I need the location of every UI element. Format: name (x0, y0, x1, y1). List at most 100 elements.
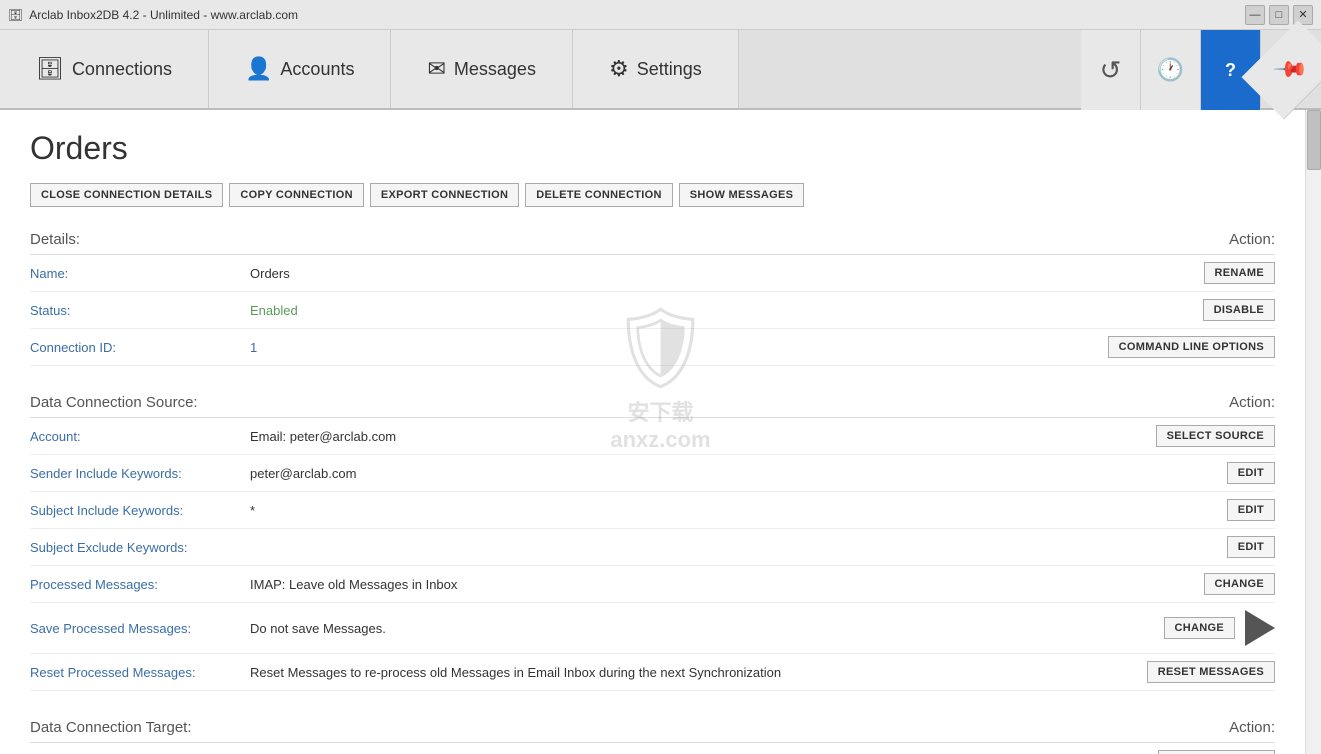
target-connect-row: Target Connect String: DRIVER={Microsoft… (30, 743, 1275, 754)
export-connection-btn[interactable]: EXPORT CONNECTION (370, 183, 519, 207)
nav-connections[interactable]: 🗄 Connections (0, 30, 209, 108)
app-icon: 🗄 (8, 8, 23, 22)
data-source-title: Data Connection Source: (30, 394, 198, 411)
main-content: 🛡 安下载anxz.com Orders CLOSE CONNECTION DE… (0, 110, 1305, 754)
copy-connection-btn[interactable]: COPY CONNECTION (229, 183, 363, 207)
name-action: RENAME (1095, 262, 1275, 284)
save-processed-value: Do not save Messages. (250, 621, 1095, 636)
nav-messages-label: Messages (454, 59, 536, 80)
nav-actions: ↺ 🕐 ? 📌 (1081, 30, 1321, 108)
processed-messages-value: IMAP: Leave old Messages in Inbox (250, 577, 1095, 592)
content-wrapper: 🛡 安下载anxz.com Orders CLOSE CONNECTION DE… (0, 110, 1321, 754)
data-source-section: Data Connection Source: Action: Account:… (30, 394, 1275, 691)
data-target-header: Data Connection Target: Action: (30, 719, 1275, 743)
sender-include-action: EDIT (1095, 462, 1275, 484)
settings-icon: ⚙ (609, 56, 629, 82)
name-label: Name: (30, 266, 250, 281)
reset-messages-btn[interactable]: RESET MESSAGES (1147, 661, 1275, 683)
data-target-title: Data Connection Target: (30, 719, 192, 736)
reset-processed-row: Reset Processed Messages: Reset Messages… (30, 654, 1275, 691)
show-messages-btn[interactable]: SHOW MESSAGES (679, 183, 805, 207)
title-bar: 🗄 Arclab Inbox2DB 4.2 - Unlimited - www.… (0, 0, 1321, 30)
action-buttons-row: CLOSE CONNECTION DETAILS COPY CONNECTION… (30, 183, 1275, 207)
disable-btn[interactable]: DISABLE (1203, 299, 1275, 321)
subject-include-action: EDIT (1095, 499, 1275, 521)
nav-spacer (739, 30, 1081, 108)
details-title: Details: (30, 231, 80, 248)
details-action-title: Action: (1229, 231, 1275, 248)
scrollbar-track[interactable] (1305, 110, 1321, 754)
arrow-indicator (1245, 610, 1275, 646)
sender-include-row: Sender Include Keywords: peter@arclab.co… (30, 455, 1275, 492)
connection-id-row: Connection ID: 1 COMMAND LINE OPTIONS (30, 329, 1275, 366)
processed-messages-label: Processed Messages: (30, 577, 250, 592)
connection-id-action: COMMAND LINE OPTIONS (1095, 336, 1275, 358)
account-value: Email: peter@arclab.com (250, 429, 1095, 444)
save-processed-action: CHANGE (1095, 610, 1275, 646)
data-target-action-title: Action: (1229, 719, 1275, 736)
subject-exclude-edit-btn[interactable]: EDIT (1227, 536, 1275, 558)
subject-exclude-label: Subject Exclude Keywords: (30, 540, 250, 555)
select-source-btn[interactable]: SELECT SOURCE (1156, 425, 1275, 447)
page-title: Orders (30, 130, 1275, 167)
status-row: Status: Enabled DISABLE (30, 292, 1275, 329)
messages-icon: ✉ (427, 56, 445, 82)
title-bar-text: Arclab Inbox2DB 4.2 - Unlimited - www.ar… (29, 8, 298, 22)
account-row: Account: Email: peter@arclab.com SELECT … (30, 418, 1275, 455)
nav-accounts-label: Accounts (280, 59, 354, 80)
close-connection-btn[interactable]: CLOSE CONNECTION DETAILS (30, 183, 223, 207)
nav-settings[interactable]: ⚙ Settings (573, 30, 739, 108)
sender-include-value: peter@arclab.com (250, 466, 1095, 481)
nav-connections-label: Connections (72, 59, 172, 80)
account-action: SELECT SOURCE (1095, 425, 1275, 447)
minimize-btn[interactable]: — (1245, 5, 1265, 25)
cmd-options-btn[interactable]: COMMAND LINE OPTIONS (1108, 336, 1275, 358)
subject-exclude-action: EDIT (1095, 536, 1275, 558)
save-processed-label: Save Processed Messages: (30, 621, 250, 636)
subject-include-label: Subject Include Keywords: (30, 503, 250, 518)
target-connect-action: SELECT TARGET (1095, 750, 1275, 754)
save-processed-row: Save Processed Messages: Do not save Mes… (30, 603, 1275, 654)
maximize-btn[interactable]: □ (1269, 5, 1289, 25)
navbar: 🗄 Connections 👤 Accounts ✉ Messages ⚙ Se… (0, 30, 1321, 110)
reset-processed-label: Reset Processed Messages: (30, 665, 250, 680)
connection-id-value: 1 (250, 340, 1095, 355)
sender-include-label: Sender Include Keywords: (30, 466, 250, 481)
connection-id-label: Connection ID: (30, 340, 250, 355)
rename-btn[interactable]: RENAME (1204, 262, 1275, 284)
subject-include-row: Subject Include Keywords: * EDIT (30, 492, 1275, 529)
nav-settings-label: Settings (637, 59, 702, 80)
processed-messages-row: Processed Messages: IMAP: Leave old Mess… (30, 566, 1275, 603)
title-bar-controls[interactable]: — □ ✕ (1245, 5, 1313, 25)
reset-processed-action: RESET MESSAGES (1095, 661, 1275, 683)
data-target-section: Data Connection Target: Action: Target C… (30, 719, 1275, 754)
status-label: Status: (30, 303, 250, 318)
subject-include-edit-btn[interactable]: EDIT (1227, 499, 1275, 521)
subject-exclude-row: Subject Exclude Keywords: EDIT (30, 529, 1275, 566)
reset-processed-value: Reset Messages to re-process old Message… (250, 665, 1095, 680)
save-change-btn[interactable]: CHANGE (1164, 617, 1235, 639)
status-action: DISABLE (1095, 299, 1275, 321)
delete-connection-btn[interactable]: DELETE CONNECTION (525, 183, 673, 207)
account-label: Account: (30, 429, 250, 444)
nav-accounts[interactable]: 👤 Accounts (209, 30, 391, 108)
data-source-header: Data Connection Source: Action: (30, 394, 1275, 418)
accounts-icon: 👤 (245, 56, 272, 82)
name-value: Orders (250, 266, 1095, 281)
connections-icon: 🗄 (36, 56, 64, 82)
processed-change-btn[interactable]: CHANGE (1204, 573, 1275, 595)
select-target-btn[interactable]: SELECT TARGET (1158, 750, 1275, 754)
subject-include-value: * (250, 503, 1095, 518)
title-bar-left: 🗄 Arclab Inbox2DB 4.2 - Unlimited - www.… (8, 8, 298, 22)
nav-messages[interactable]: ✉ Messages (391, 30, 572, 108)
sender-edit-btn[interactable]: EDIT (1227, 462, 1275, 484)
scrollbar-thumb[interactable] (1307, 110, 1321, 170)
history-btn[interactable]: 🕐 (1141, 30, 1201, 110)
refresh-btn[interactable]: ↺ (1081, 30, 1141, 110)
processed-messages-action: CHANGE (1095, 573, 1275, 595)
data-source-action-title: Action: (1229, 394, 1275, 411)
name-row: Name: Orders RENAME (30, 255, 1275, 292)
details-header: Details: Action: (30, 231, 1275, 255)
details-section: Details: Action: Name: Orders RENAME Sta… (30, 231, 1275, 366)
status-value: Enabled (250, 303, 1095, 318)
